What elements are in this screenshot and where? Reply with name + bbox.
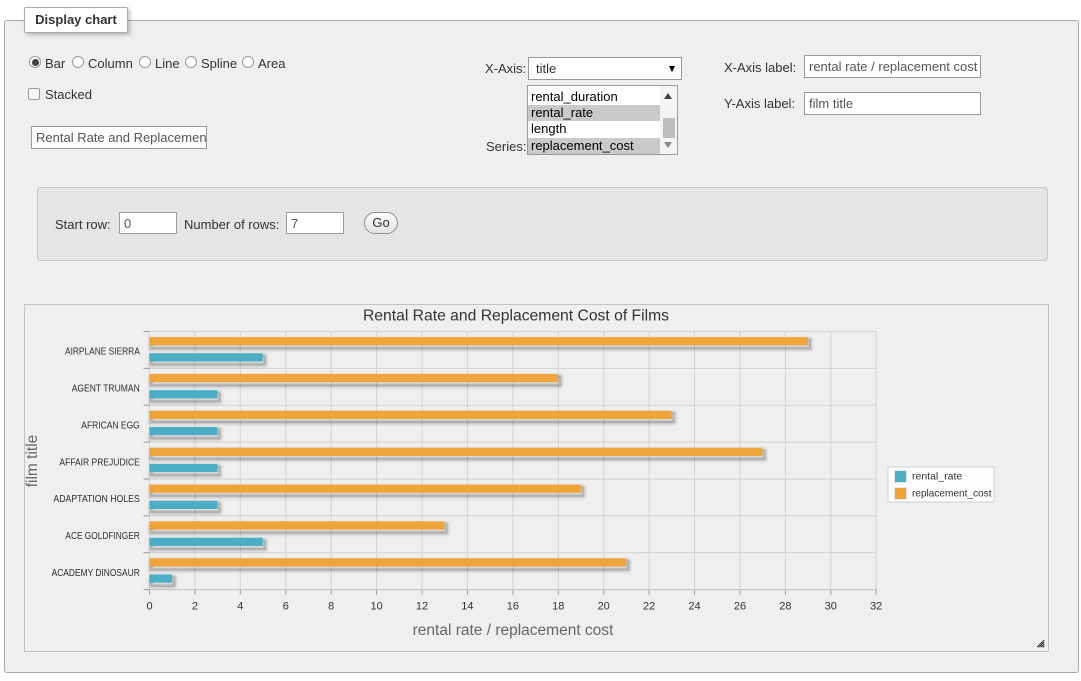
svg-text:Rental Rate and Replacement Co: Rental Rate and Replacement Cost of Film… bbox=[363, 308, 669, 325]
svg-text:film title: film title bbox=[25, 435, 41, 488]
svg-text:10: 10 bbox=[370, 601, 382, 613]
svg-text:8: 8 bbox=[328, 601, 334, 613]
svg-text:ACADEMY DINOSAUR: ACADEMY DINOSAUR bbox=[52, 568, 140, 579]
svg-text:AFRICAN EGG: AFRICAN EGG bbox=[81, 421, 140, 432]
svg-text:4: 4 bbox=[237, 601, 243, 613]
svg-text:2: 2 bbox=[192, 601, 198, 613]
svg-text:26: 26 bbox=[734, 601, 746, 613]
svg-text:20: 20 bbox=[598, 601, 610, 613]
svg-text:18: 18 bbox=[552, 601, 564, 613]
svg-text:AIRPLANE SIERRA: AIRPLANE SIERRA bbox=[65, 347, 140, 358]
svg-text:16: 16 bbox=[507, 601, 519, 613]
svg-text:6: 6 bbox=[283, 601, 289, 613]
svg-text:22: 22 bbox=[643, 601, 655, 613]
svg-text:replacement_cost: replacement_cost bbox=[912, 488, 992, 500]
svg-text:28: 28 bbox=[779, 601, 791, 613]
svg-text:0: 0 bbox=[146, 601, 152, 613]
svg-text:12: 12 bbox=[416, 601, 428, 613]
svg-text:32: 32 bbox=[870, 601, 882, 613]
svg-text:24: 24 bbox=[688, 601, 700, 613]
svg-text:30: 30 bbox=[825, 601, 837, 613]
svg-text:rental rate / replacement cost: rental rate / replacement cost bbox=[413, 622, 614, 639]
svg-text:ACE GOLDFINGER: ACE GOLDFINGER bbox=[65, 531, 139, 542]
svg-text:AFFAIR PREJUDICE: AFFAIR PREJUDICE bbox=[59, 457, 140, 468]
svg-text:ADAPTATION HOLES: ADAPTATION HOLES bbox=[53, 494, 140, 505]
svg-text:rental_rate: rental_rate bbox=[912, 471, 962, 483]
svg-text:14: 14 bbox=[461, 601, 473, 613]
svg-text:AGENT TRUMAN: AGENT TRUMAN bbox=[72, 384, 140, 395]
